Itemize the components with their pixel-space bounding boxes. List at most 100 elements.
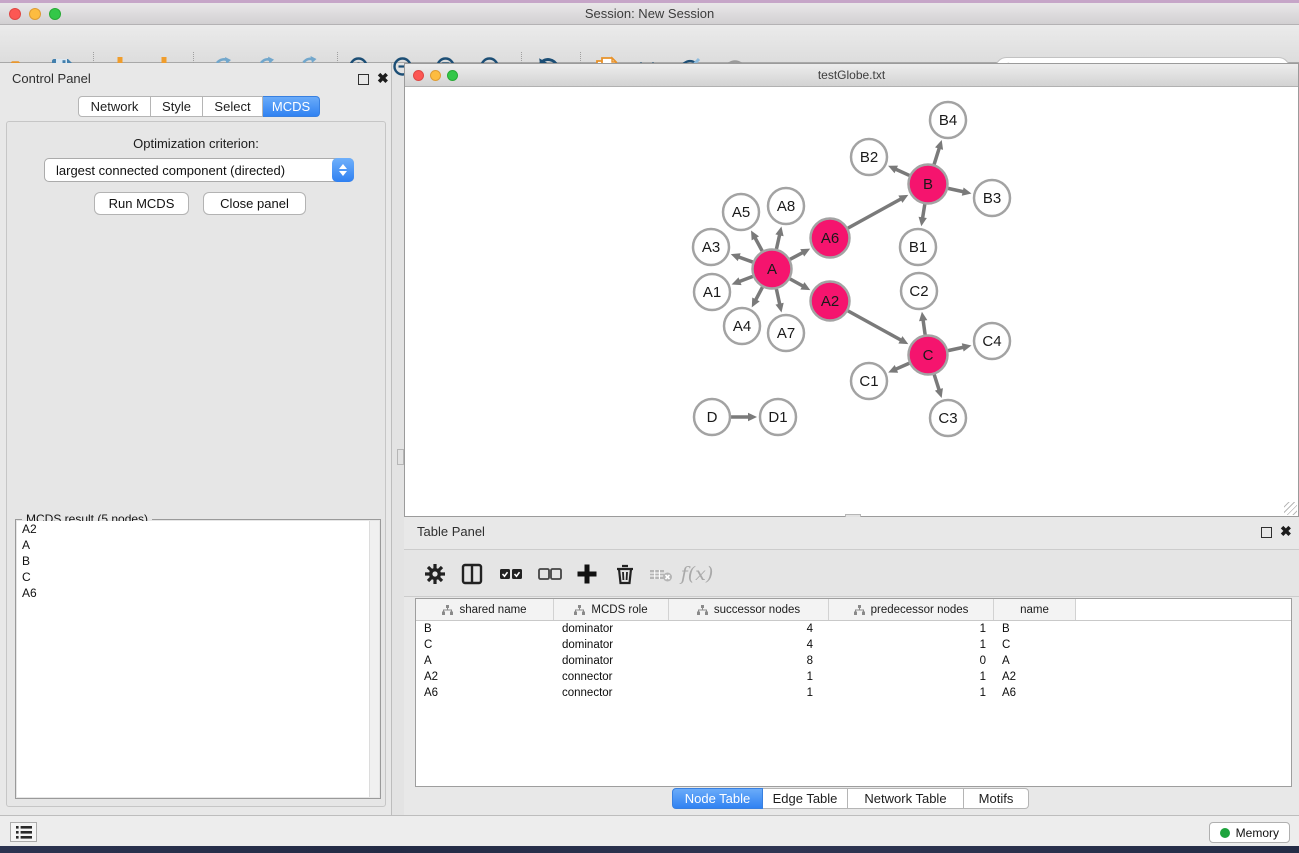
tab-edge-table[interactable]: Edge Table [763,788,848,809]
graph-node-label: B4 [939,112,957,129]
edge-arrowhead [919,217,927,227]
tab-mcds[interactable]: MCDS [263,96,320,117]
tab-node-table[interactable]: Node Table [672,788,763,809]
table-cell: dominator [554,639,669,651]
node-table[interactable]: shared nameMCDS rolesuccessor nodesprede… [415,598,1292,787]
dropdown-stepper-icon [332,158,354,182]
table-panel-title: Table Panel [417,524,485,539]
table-row[interactable]: Bdominator41B [416,621,1291,637]
network-canvas[interactable]: AA1A2A3A4A5A6A7A8BB1B2B3B4CC1C2C3C4DD1 [405,87,1298,516]
graph-edge[interactable] [934,147,940,165]
run-mcds-button[interactable]: Run MCDS [94,192,189,215]
app-titlebar: Session: New Session [0,3,1299,25]
graph-node-label: A3 [702,239,720,256]
graph-edge[interactable] [848,198,902,228]
column-header[interactable]: shared name [416,599,554,620]
mcds-result-list[interactable]: A2ABCA6 [17,521,379,797]
float-panel-icon[interactable] [358,72,369,90]
status-bar: Memory [0,815,1299,846]
memory-label: Memory [1236,826,1279,840]
result-list-item[interactable]: A2 [17,521,379,537]
main-toolbar [0,25,1299,63]
edge-arrowhead [962,343,972,351]
column-type-icon [854,605,865,615]
column-header[interactable]: predecessor nodes [829,599,994,620]
close-panel-icon[interactable]: ✖ [1280,526,1292,537]
table-settings-icon[interactable] [420,559,450,589]
tab-style[interactable]: Style [151,96,203,117]
column-header[interactable]: successor nodes [669,599,829,620]
table-cell: 1 [829,623,994,635]
network-window-titlebar[interactable]: testGlobe.txt [405,64,1298,87]
result-list-item[interactable]: B [17,553,379,569]
table-row[interactable]: A6connector11A6 [416,685,1291,701]
column-manager-icon[interactable] [457,559,487,589]
result-list-item[interactable]: A6 [17,585,379,601]
float-panel-icon[interactable] [1261,525,1272,543]
graph-edge[interactable] [737,256,752,262]
clear-all-checkboxes-icon[interactable] [535,559,565,589]
table-cell: dominator [554,623,669,635]
graph-node-label: D1 [768,409,787,426]
column-header[interactable]: name [994,599,1076,620]
close-panel-icon[interactable]: ✖ [377,73,389,84]
table-cell: B [416,623,554,635]
node-table-body: Bdominator41BCdominator41CAdominator80AA… [416,621,1291,701]
delete-row-icon[interactable] [610,559,640,589]
add-row-icon[interactable] [572,559,602,589]
graph-edge[interactable] [934,375,939,392]
function-builder-icon[interactable]: f(x) [682,559,712,589]
table-row[interactable]: Adominator80A [416,653,1291,669]
column-header[interactable]: MCDS role [554,599,669,620]
edge-arrowhead [935,140,943,150]
graph-edge[interactable] [738,276,753,282]
graph-node-label: A1 [703,284,721,301]
graph-node-label: A [767,261,777,278]
graph-edge[interactable] [894,169,909,176]
graph-edge[interactable] [755,287,762,301]
result-list-item[interactable]: C [17,569,379,585]
graph-edge[interactable] [790,252,804,259]
graph-edge[interactable] [790,279,804,287]
table-cell: A6 [416,687,554,699]
graph-edge[interactable] [948,188,965,192]
minimize-traffic-light[interactable] [29,8,41,20]
graph-edge[interactable] [776,233,779,249]
table-panel-header: Table Panel ✖ [404,522,1299,542]
net-close-traffic-light[interactable] [413,70,424,81]
graph-edge[interactable] [754,237,762,251]
delete-table-icon[interactable] [646,559,676,589]
table-row[interactable]: Cdominator41C [416,637,1291,653]
graph-node-label: A7 [777,325,795,342]
graph-edge[interactable] [922,204,924,219]
close-panel-button[interactable]: Close panel [203,192,306,215]
edge-arrowhead [919,312,927,321]
close-traffic-light[interactable] [9,8,21,20]
tab-select[interactable]: Select [203,96,263,117]
control-panel-tabs: Network Style Select MCDS [78,96,320,117]
edge-arrowhead [962,187,972,195]
graph-edge[interactable] [948,347,965,351]
criterion-dropdown[interactable]: largest connected component (directed) [44,158,354,182]
graph-edge[interactable] [895,363,910,369]
graph-edge[interactable] [776,289,780,306]
memory-button[interactable]: Memory [1209,822,1290,843]
result-list-item[interactable]: A [17,537,379,553]
tab-network-table[interactable]: Network Table [848,788,964,809]
tab-network[interactable]: Network [78,96,151,117]
split-divider-handle[interactable] [397,449,404,465]
result-scrollbar[interactable] [369,521,379,797]
maximize-traffic-light[interactable] [49,8,61,20]
graph-edge[interactable] [923,319,925,335]
graph-node-label: A8 [777,198,795,215]
net-minimize-traffic-light[interactable] [430,70,441,81]
table-row[interactable]: A2connector11A2 [416,669,1291,685]
task-history-button[interactable] [10,822,37,842]
select-all-checkboxes-icon[interactable] [496,559,526,589]
graph-node-label: B [923,176,933,193]
window-resize-grip[interactable] [1284,502,1297,515]
graph-edge[interactable] [848,311,902,341]
table-cell: connector [554,671,669,683]
net-maximize-traffic-light[interactable] [447,70,458,81]
tab-motifs[interactable]: Motifs [964,788,1029,809]
